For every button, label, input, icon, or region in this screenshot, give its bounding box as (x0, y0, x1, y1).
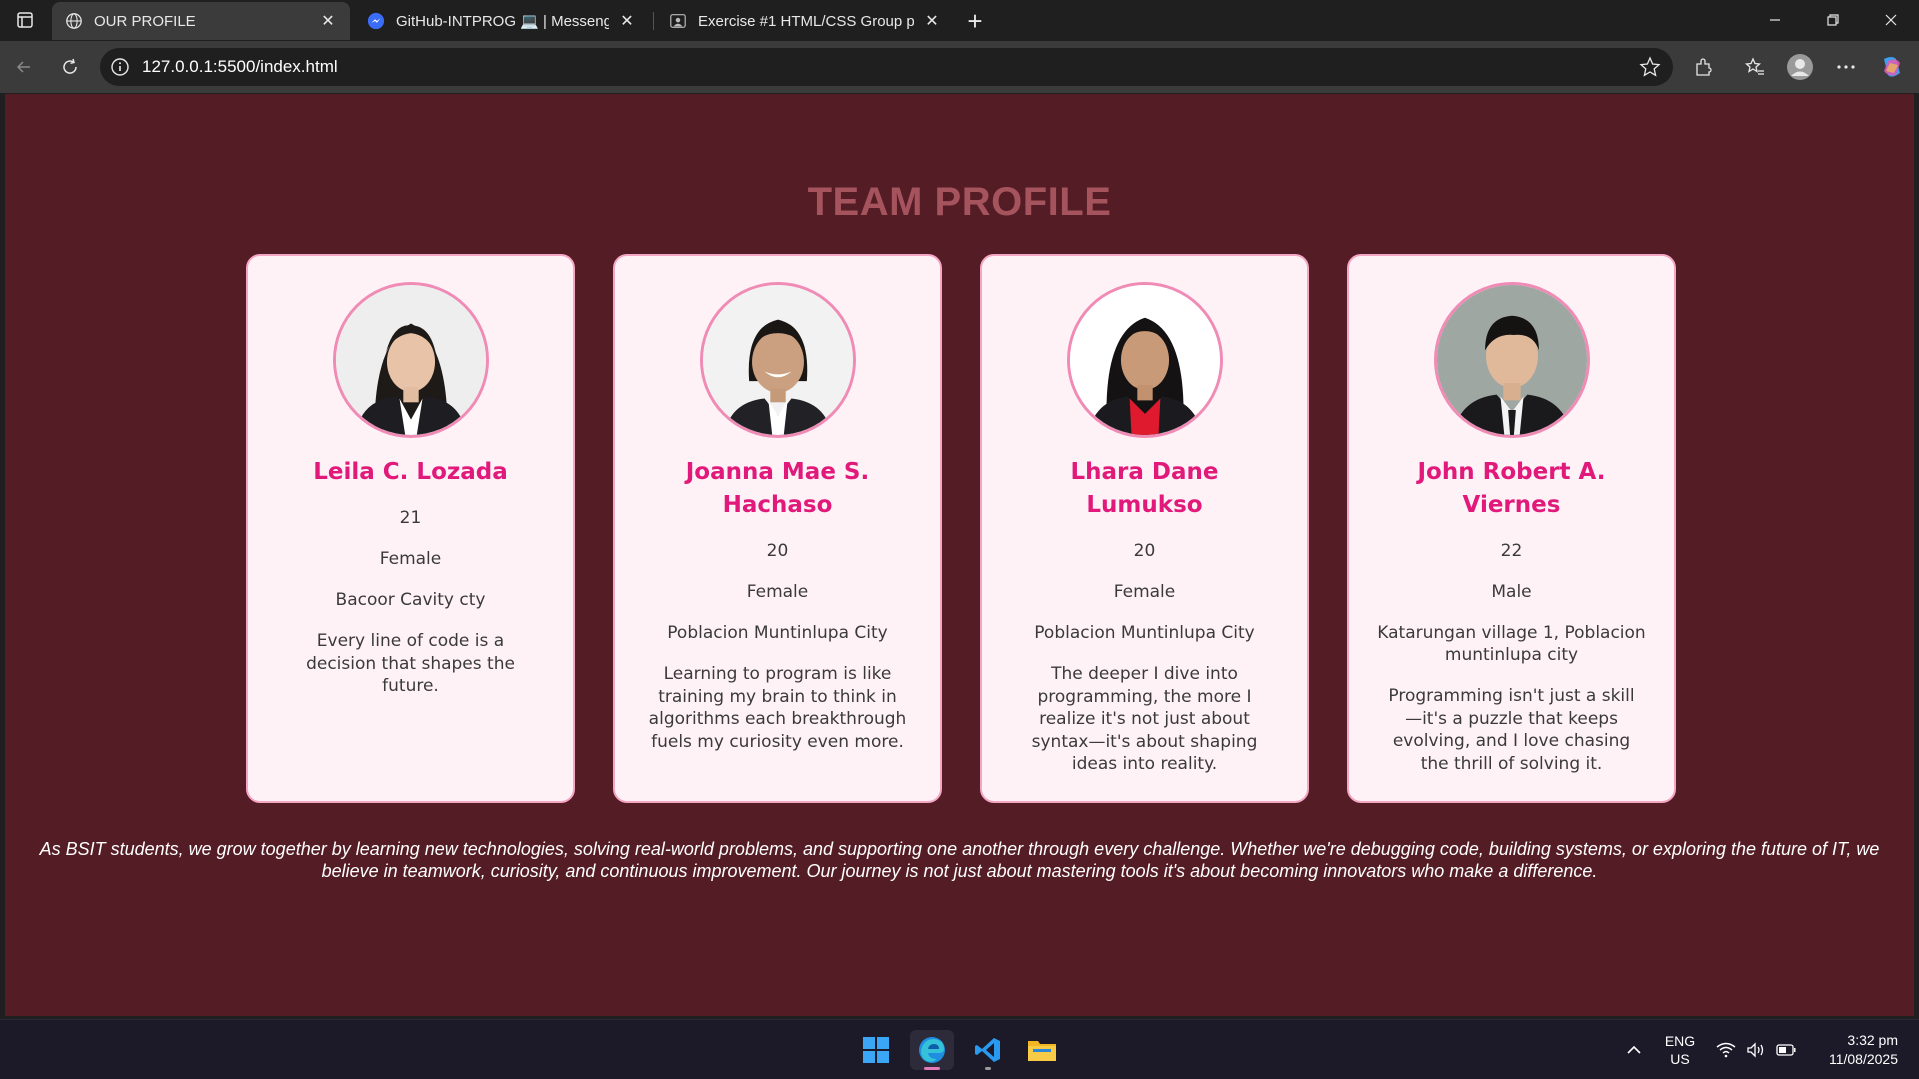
member-quote: Every line of code is a decision that sh… (306, 631, 515, 696)
page-title: TEAM PROFILE (807, 180, 1112, 224)
close-tab-icon[interactable]: ✕ (617, 11, 637, 31)
browser-toolbar: 127.0.0.1:5500/index.html (0, 41, 1919, 93)
close-tab-icon[interactable]: ✕ (922, 11, 942, 31)
messenger-icon (366, 11, 386, 31)
vscode-icon[interactable] (966, 1030, 1010, 1070)
restore-icon[interactable] (1805, 0, 1861, 40)
member-gender: Female (379, 549, 442, 569)
profile-photo (332, 282, 489, 438)
globe-icon (64, 11, 84, 31)
member-age: 20 (1133, 541, 1156, 561)
tab-separator (653, 12, 654, 30)
member-address: Bacoor Cavity cty (335, 590, 486, 610)
more-options-icon[interactable] (1830, 51, 1862, 83)
volume-icon[interactable] (1742, 1020, 1770, 1079)
language-indicator[interactable]: ENG US (1656, 1020, 1704, 1079)
clock-date: 11/08/2025 (1828, 1051, 1898, 1067)
member-gender: Female (746, 582, 809, 602)
tab-messenger[interactable]: GitHub-INTPROG 💻 | Messenger ✕ (354, 2, 649, 40)
edge-icon[interactable] (910, 1030, 954, 1070)
tab-actions-icon[interactable] (10, 8, 40, 32)
member-address: Poblacion Muntinlupa City (667, 623, 888, 643)
profile-photo (1066, 282, 1223, 438)
profile-card: Joanna Mae S. Hachaso 20 Female Poblacio… (613, 254, 942, 803)
member-quote: The deeper I dive into programming, the … (1031, 664, 1258, 774)
member-gender: Male (1491, 582, 1532, 602)
tab-title: OUR PROFILE (94, 12, 196, 30)
tab-strip: OUR PROFILE ✕ GitHub-INTPROG 💻 | Messeng… (0, 0, 1919, 41)
extensions-icon[interactable] (1688, 51, 1720, 83)
tab-title: Exercise #1 HTML/CSS Group pag (698, 12, 914, 30)
profile-card: Leila C. Lozada 21 Female Bacoor Cavity … (246, 254, 575, 803)
open-app-indicator (985, 1067, 991, 1070)
close-window-icon[interactable] (1863, 0, 1919, 40)
profile-card: Lhara Dane Lumukso 20 Female Poblacion M… (980, 254, 1309, 803)
profile-photo (1433, 282, 1590, 438)
active-app-indicator (924, 1067, 940, 1070)
member-age: 22 (1500, 541, 1523, 561)
back-icon[interactable] (8, 51, 40, 83)
clock-time: 3:32 pm (1847, 1032, 1898, 1048)
profile-cards: Leila C. Lozada 21 Female Bacoor Cavity … (246, 254, 1676, 803)
tab-exercise[interactable]: Exercise #1 HTML/CSS Group pag ✕ (656, 2, 954, 40)
copilot-icon[interactable] (1876, 51, 1908, 83)
language-line-2: US (1670, 1051, 1690, 1067)
taskbar: ENG US 3:32 pm 11/08/2025 (0, 1019, 1919, 1079)
member-age: 21 (399, 508, 422, 528)
battery-icon[interactable] (1772, 1020, 1800, 1079)
profile-avatar-icon[interactable] (1784, 51, 1816, 83)
refresh-icon[interactable] (54, 51, 86, 83)
member-gender: Female (1113, 582, 1176, 602)
file-explorer-icon[interactable] (1020, 1030, 1064, 1070)
tab-title: GitHub-INTPROG 💻 | Messenger (396, 13, 609, 30)
member-quote: Programming isn't just a skill—it's a pu… (1388, 686, 1635, 774)
system-clock[interactable]: 3:32 pm 11/08/2025 (1808, 1020, 1898, 1079)
language-line-1: ENG (1664, 1033, 1696, 1049)
profile-card: John Robert A. Viernes 22 Male Katarunga… (1347, 254, 1676, 803)
new-tab-button[interactable]: + (960, 6, 990, 36)
favorites-icon[interactable] (1739, 51, 1771, 83)
page-viewport: TEAM PROFILE Leila C. Lozada 21 Female B… (5, 94, 1914, 1016)
member-name: Leila C. Lozada (313, 459, 508, 485)
member-name: Lhara Dane Lumukso (1070, 459, 1219, 518)
member-name: Joanna Mae S. Hachaso (685, 459, 870, 518)
member-quote: Learning to program is like training my … (648, 664, 907, 752)
wifi-icon[interactable] (1712, 1020, 1740, 1079)
site-info-icon[interactable] (110, 57, 130, 77)
show-hidden-icons-chevron-icon[interactable] (1616, 1020, 1652, 1079)
address-bar[interactable]: 127.0.0.1:5500/index.html (100, 48, 1673, 86)
tab-our-profile[interactable]: OUR PROFILE ✕ (52, 2, 350, 40)
minimize-icon[interactable] (1747, 0, 1803, 40)
member-address: Poblacion Muntinlupa City (1034, 623, 1255, 643)
member-age: 20 (766, 541, 789, 561)
windows-start-icon[interactable] (854, 1030, 898, 1070)
profile-photo (699, 282, 856, 438)
close-tab-icon[interactable]: ✕ (318, 11, 338, 31)
member-name: John Robert A. Viernes (1417, 459, 1606, 518)
favorite-star-icon[interactable] (1639, 56, 1661, 78)
url-text: 127.0.0.1:5500/index.html (142, 57, 338, 76)
footer-statement: As BSIT students, we grow together by le… (39, 839, 1880, 881)
member-address: Katarungan village 1, Poblacion muntinlu… (1377, 623, 1646, 665)
page-icon (668, 11, 688, 31)
